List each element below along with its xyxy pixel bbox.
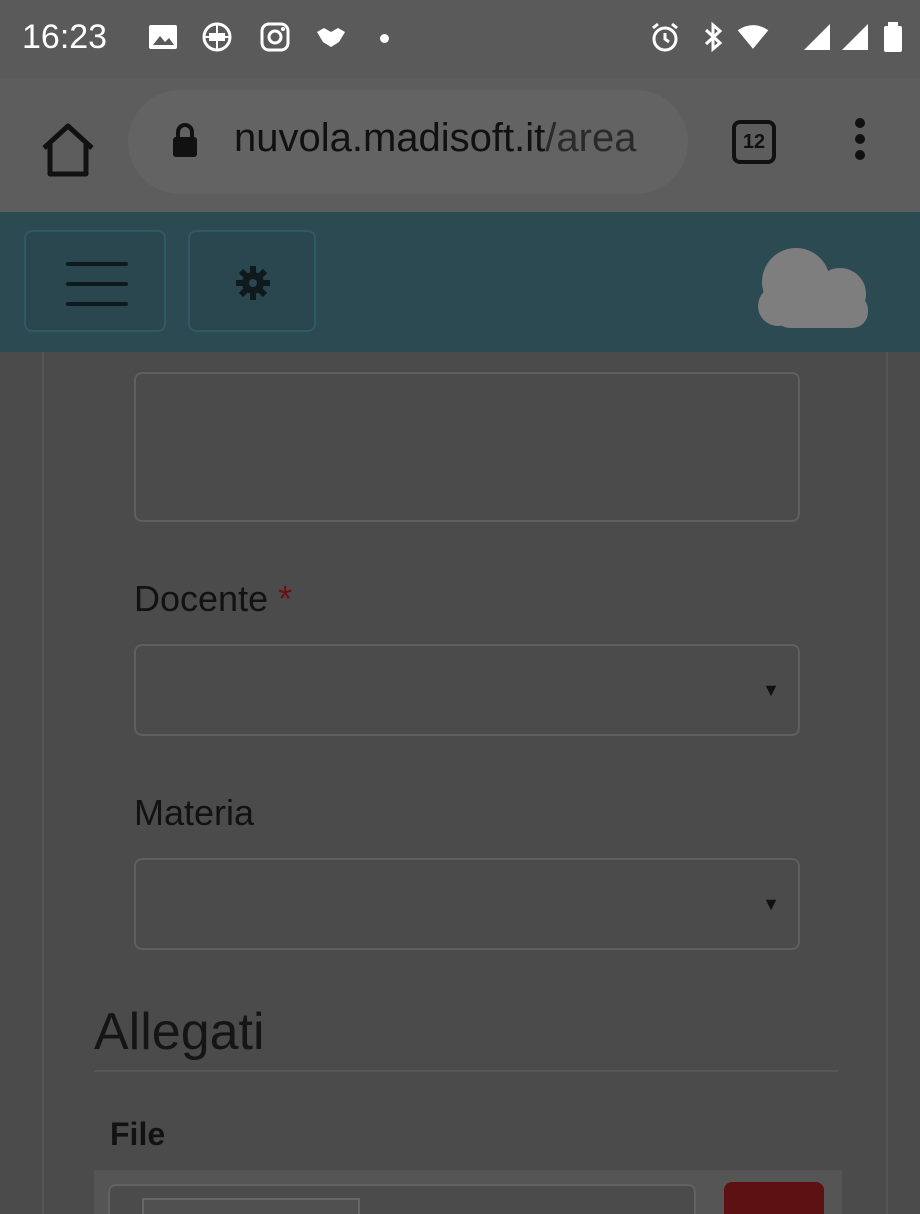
description-textarea[interactable] [134, 372, 800, 522]
chevron-down-icon: ▼ [762, 680, 780, 700]
lock-icon [173, 123, 197, 157]
attachments-heading: Allegati [94, 1003, 265, 1061]
required-asterisk: * [278, 578, 293, 619]
vpn-globe-icon [202, 22, 232, 52]
wifi-icon [737, 25, 769, 49]
url-text: nuvola.madisoft.it/area [234, 116, 636, 161]
signal-icon [842, 24, 868, 50]
docente-label-text: Docente [134, 578, 269, 619]
instagram-icon [260, 22, 290, 52]
status-bar: 16:23 [0, 0, 920, 78]
remove-file-button[interactable] [724, 1182, 824, 1214]
battery-icon [884, 22, 902, 52]
materia-label-text: Materia [134, 792, 255, 833]
signal-icon [804, 24, 830, 50]
url-path: /area [545, 116, 637, 160]
main-content: Docente * ▼ Materia ▼ Allegati File [0, 352, 920, 1214]
section-divider [94, 1070, 838, 1072]
panel-border-left [42, 352, 44, 1214]
docente-label: Docente * [134, 578, 292, 620]
chevron-down-icon: ▼ [762, 894, 780, 914]
settings-button[interactable] [188, 230, 316, 332]
address-bar[interactable]: nuvola.madisoft.it/area [128, 90, 688, 194]
home-icon[interactable] [36, 118, 100, 182]
panel-border-right [886, 352, 888, 1214]
cloud-logo-icon [758, 248, 868, 328]
materia-label: Materia [134, 792, 254, 834]
choose-file-button[interactable] [142, 1198, 360, 1214]
url-host: nuvola.madisoft.it [234, 116, 546, 160]
file-label: File [110, 1116, 166, 1152]
alarm-icon [652, 22, 678, 52]
docente-select[interactable]: ▼ [134, 644, 800, 736]
tab-count: 12 [742, 131, 766, 153]
gear-icon [236, 266, 270, 300]
tab-switcher-button[interactable]: 12 [732, 120, 776, 164]
app-header [0, 212, 920, 352]
hamburger-menu-button[interactable] [24, 230, 166, 332]
handshake-icon [317, 28, 345, 47]
overflow-menu-icon[interactable] [840, 114, 880, 174]
browser-toolbar: nuvola.madisoft.it/area 12 [0, 78, 920, 212]
bluetooth-icon [704, 21, 723, 53]
notification-dot [380, 34, 389, 43]
status-time: 16:23 [22, 18, 108, 56]
materia-select[interactable]: ▼ [134, 858, 800, 950]
image-icon [149, 25, 177, 49]
